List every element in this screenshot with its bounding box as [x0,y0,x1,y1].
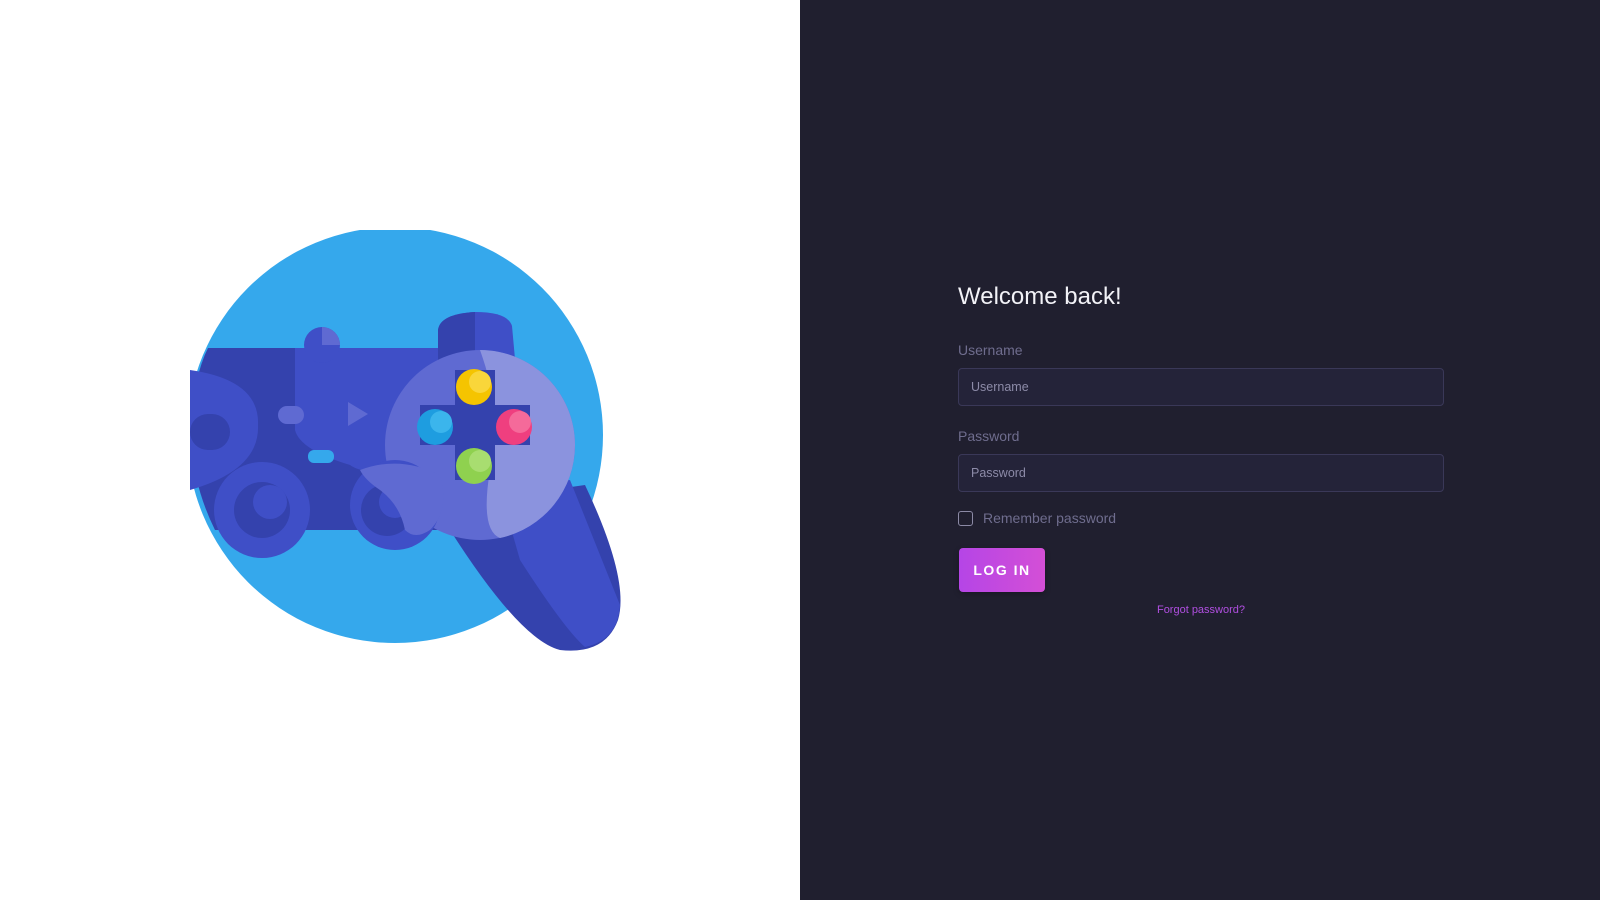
password-group: Password [958,428,1444,492]
forgot-password-link[interactable]: Forgot password? [958,604,1444,616]
illustration-panel [0,0,800,900]
gamepad-icon [190,230,621,651]
login-form: Welcome back! Username Password Remember… [958,282,1444,616]
page-title: Welcome back! [958,283,1122,310]
remember-password-label: Remember password [983,510,1117,526]
remember-password-row[interactable]: Remember password [958,510,1444,526]
login-button[interactable]: LOG IN [959,548,1045,592]
password-input[interactable] [958,454,1444,492]
login-panel: Welcome back! Username Password Remember… [800,0,1600,900]
login-page: Welcome back! Username Password Remember… [0,0,1600,900]
username-input[interactable] [958,368,1444,406]
username-group: Username [958,342,1444,406]
remember-password-checkbox[interactable] [958,510,973,526]
username-label: Username [958,342,1023,358]
password-label: Password [958,428,1020,444]
